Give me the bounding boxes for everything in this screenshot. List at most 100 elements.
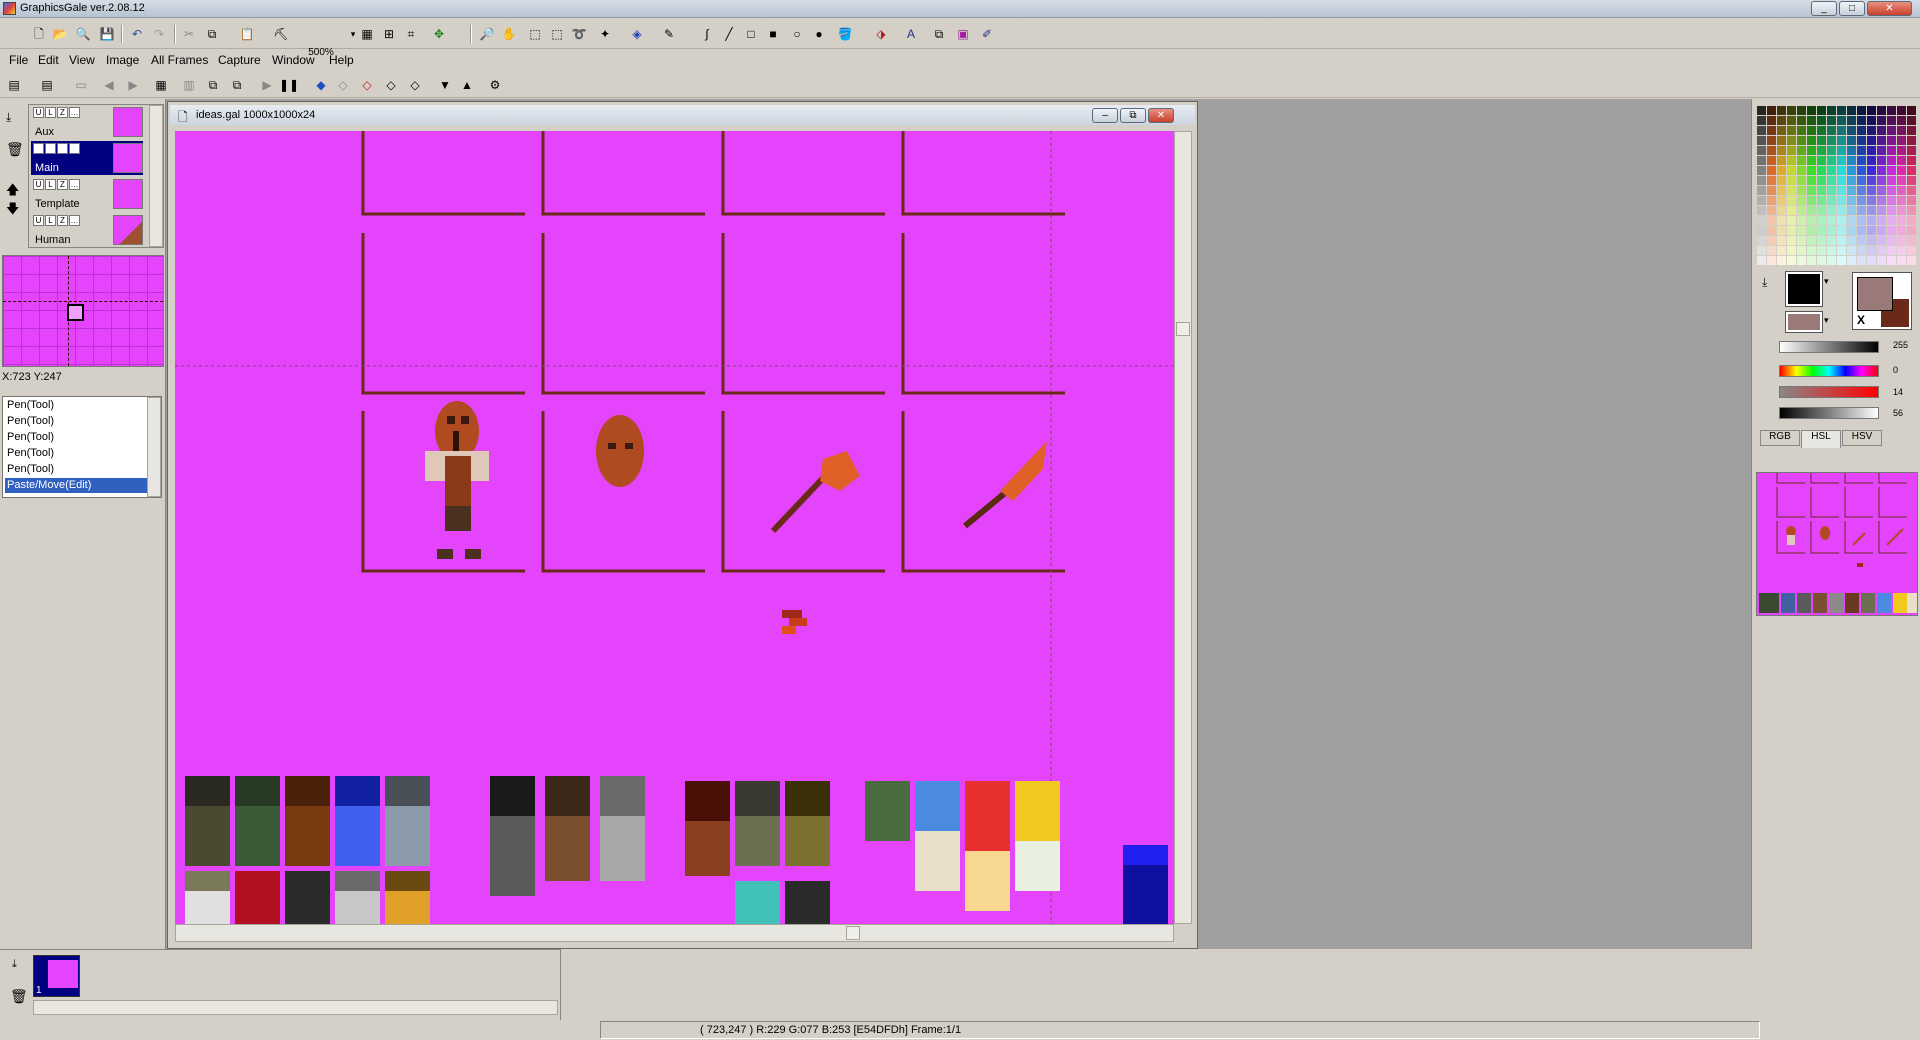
history-item[interactable]: Pen(Tool) — [5, 398, 148, 413]
palette-cell[interactable] — [1797, 156, 1806, 165]
palette-cell[interactable] — [1857, 166, 1866, 175]
layers-scrollbar[interactable] — [149, 105, 163, 247]
doc-restore-button[interactable]: ⧉ — [1120, 108, 1146, 123]
palette-cell[interactable] — [1807, 116, 1816, 125]
open-folder-icon[interactable]: 📂 — [51, 25, 69, 43]
palette-cell[interactable] — [1897, 106, 1906, 115]
palette-cell[interactable] — [1867, 176, 1876, 185]
palette-cell[interactable] — [1897, 216, 1906, 225]
palette-cell[interactable] — [1757, 236, 1766, 245]
hand-tool-icon[interactable]: ✋ — [500, 25, 518, 43]
frame-icon[interactable]: ▭ — [72, 76, 90, 94]
palette-cell[interactable] — [1787, 256, 1796, 265]
palette-cell[interactable] — [1847, 126, 1856, 135]
palette-cell[interactable] — [1767, 126, 1776, 135]
curve-icon[interactable]: ╱ — [720, 25, 738, 43]
palette-cell[interactable] — [1867, 256, 1876, 265]
copy-tool-icon[interactable]: ⧉ — [930, 25, 948, 43]
layer-copy-icon[interactable]: ◇ — [334, 76, 352, 94]
palette-cell[interactable] — [1807, 136, 1816, 145]
palette-cell[interactable] — [1847, 196, 1856, 205]
palette-cell[interactable] — [1817, 126, 1826, 135]
paste-icon[interactable]: 📋 — [238, 25, 256, 43]
palette-cell[interactable] — [1807, 156, 1816, 165]
layer-template[interactable]: U L Z… Template — [31, 177, 143, 211]
palette-cell[interactable] — [1847, 166, 1856, 175]
palette-cell[interactable] — [1777, 256, 1786, 265]
palette-cell[interactable] — [1827, 146, 1836, 155]
arrow-down-icon[interactable]: 🡇 — [6, 200, 19, 222]
palette-cell[interactable] — [1857, 246, 1866, 255]
palette-cell[interactable] — [1817, 106, 1826, 115]
palette-cell[interactable] — [1757, 256, 1766, 265]
palette-cell[interactable] — [1797, 146, 1806, 155]
frame-icon[interactable]: ▣ — [954, 25, 972, 43]
palette-cell[interactable] — [1857, 226, 1866, 235]
palette-cell[interactable] — [1807, 196, 1816, 205]
sprite-preview[interactable] — [1756, 472, 1918, 616]
palette-cell[interactable] — [1887, 246, 1896, 255]
layer-menu-icon[interactable]: ▤ — [5, 76, 23, 94]
palette-cell[interactable] — [1787, 156, 1796, 165]
palette-cell[interactable] — [1857, 206, 1866, 215]
palette-cell[interactable] — [1777, 206, 1786, 215]
palette-cell[interactable] — [1797, 166, 1806, 175]
palette-cell[interactable] — [1807, 206, 1816, 215]
cut-icon[interactable]: ✂ — [180, 25, 198, 43]
redo-icon[interactable]: ↷ — [150, 25, 168, 43]
palette-cell[interactable] — [1777, 136, 1786, 145]
palette-cell[interactable] — [1837, 156, 1846, 165]
menu-all-frames[interactable]: All Frames — [151, 53, 208, 67]
palette-cell[interactable] — [1907, 236, 1916, 245]
color-palette-grid[interactable] — [1757, 106, 1917, 266]
layer-import-icon[interactable]: ⤓ — [6, 110, 11, 125]
palette-cell[interactable] — [1887, 186, 1896, 195]
layer-settings-icon[interactable]: ⚙ — [486, 76, 504, 94]
maximize-button[interactable]: □ — [1839, 1, 1865, 16]
palette-cell[interactable] — [1857, 236, 1866, 245]
palette-cell[interactable] — [1837, 166, 1846, 175]
palette-cell[interactable] — [1757, 216, 1766, 225]
palette-cell[interactable] — [1837, 136, 1846, 145]
palette-cell[interactable] — [1797, 216, 1806, 225]
palette-cell[interactable] — [1877, 236, 1886, 245]
palette-cell[interactable] — [1787, 126, 1796, 135]
palette-cell[interactable] — [1877, 226, 1886, 235]
layer-props-icon[interactable]: ◇ — [406, 76, 424, 94]
palette-cell[interactable] — [1897, 116, 1906, 125]
palette-cell[interactable] — [1907, 196, 1916, 205]
palette-cell[interactable] — [1797, 196, 1806, 205]
palette-cell[interactable] — [1787, 226, 1796, 235]
hue-slider[interactable] — [1779, 365, 1879, 377]
palette-cell[interactable] — [1777, 246, 1786, 255]
fill-icon[interactable]: 🪣 — [836, 25, 854, 43]
secondary-color-swatch[interactable] — [1785, 311, 1823, 333]
menu-file[interactable]: File — [9, 53, 28, 67]
palette-cell[interactable] — [1767, 226, 1776, 235]
undo-icon[interactable]: ↶ — [128, 25, 146, 43]
palette-cell[interactable] — [1857, 106, 1866, 115]
palette-cell[interactable] — [1837, 256, 1846, 265]
palette-cell[interactable] — [1817, 116, 1826, 125]
palette-cell[interactable] — [1907, 246, 1916, 255]
save-icon[interactable]: 💾 — [98, 25, 116, 43]
palette-cell[interactable] — [1897, 146, 1906, 155]
palette-cell[interactable] — [1867, 196, 1876, 205]
palette-cell[interactable] — [1827, 256, 1836, 265]
palette-cell[interactable] — [1777, 236, 1786, 245]
palette-cell[interactable] — [1857, 126, 1866, 135]
palette-cell[interactable] — [1877, 176, 1886, 185]
palette-cell[interactable] — [1867, 126, 1876, 135]
move-up-icon[interactable]: ▲ — [458, 76, 476, 94]
palette-cell[interactable] — [1867, 156, 1876, 165]
palette-cell[interactable] — [1867, 246, 1876, 255]
palette-cell[interactable] — [1907, 166, 1916, 175]
palette-cell[interactable] — [1757, 206, 1766, 215]
palette-cell[interactable] — [1907, 226, 1916, 235]
palette-cell[interactable] — [1797, 186, 1806, 195]
palette-cell[interactable] — [1827, 126, 1836, 135]
history-item[interactable]: Pen(Tool) — [5, 414, 148, 429]
tab-hsl[interactable]: HSL — [1801, 430, 1841, 448]
palette-cell[interactable] — [1777, 226, 1786, 235]
palette-cell[interactable] — [1887, 126, 1896, 135]
